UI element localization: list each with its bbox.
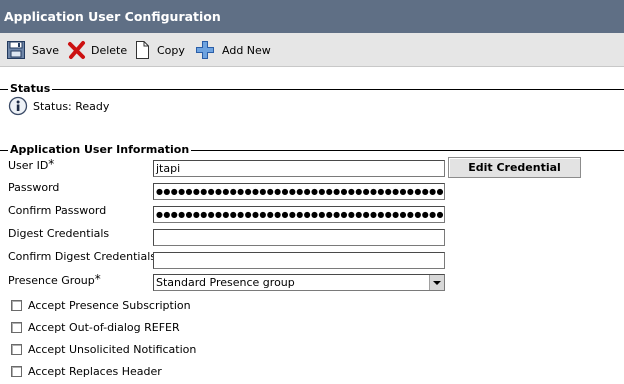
checkbox-label: Accept Out-of-dialog REFER (28, 321, 180, 334)
delete-icon (67, 40, 87, 60)
presence-group-select[interactable]: Standard Presence group (153, 274, 445, 291)
toolbar: Save Delete Copy Add New (0, 33, 624, 67)
status-text: Status: Ready (33, 99, 110, 113)
accept-unsolicited-notification-row[interactable]: Accept Unsolicited Notification (11, 343, 196, 356)
save-button[interactable]: Save (6, 39, 59, 61)
dropdown-arrow-icon[interactable] (429, 275, 444, 290)
accept-replaces-header-checkbox[interactable] (11, 366, 22, 377)
user-id-label: User ID* (8, 157, 55, 172)
checkbox-label: Accept Replaces Header (28, 365, 162, 378)
confirm-password-input[interactable]: ●●●●●●●●●●●●●●●●●●●●●●●●●●●●●●●●●●●●●●●●… (153, 206, 445, 223)
password-label: Password (8, 181, 60, 194)
edit-credential-button[interactable]: Edit Credential (448, 157, 581, 178)
info-icon (8, 96, 28, 116)
add-new-button[interactable]: Add New (195, 39, 271, 61)
confirm-digest-credentials-input[interactable] (153, 252, 445, 269)
digest-credentials-label: Digest Credentials (8, 227, 110, 240)
status-divider (0, 89, 624, 90)
copy-label: Copy (157, 43, 185, 57)
accept-replaces-header-row[interactable]: Accept Replaces Header (11, 365, 162, 378)
checkbox-label: Accept Presence Subscription (28, 299, 191, 312)
digest-credentials-input[interactable] (153, 229, 445, 246)
confirm-digest-credentials-label: Confirm Digest Credentials (8, 250, 157, 263)
add-icon (195, 40, 215, 60)
status-row: Status: Ready (8, 96, 109, 116)
confirm-password-label: Confirm Password (8, 204, 107, 217)
accept-presence-subscription-checkbox[interactable] (11, 300, 22, 311)
required-mark: * (94, 272, 101, 286)
required-mark: * (48, 157, 55, 171)
user-id-input[interactable]: jtapi (153, 160, 445, 177)
title-bar: Application User Configuration (0, 0, 624, 33)
presence-group-label: Presence Group* (8, 272, 101, 287)
save-icon (6, 40, 26, 60)
page-title: Application User Configuration (4, 9, 221, 24)
add-new-label: Add New (222, 43, 271, 57)
save-label: Save (32, 43, 60, 57)
info-legend: Application User Information (8, 143, 192, 156)
accept-unsolicited-notification-checkbox[interactable] (11, 344, 22, 355)
delete-label: Delete (91, 43, 128, 57)
accept-out-of-dialog-refer-row[interactable]: Accept Out-of-dialog REFER (11, 321, 180, 334)
status-legend: Status (8, 82, 53, 95)
copy-button[interactable]: Copy (134, 39, 185, 61)
checkbox-label: Accept Unsolicited Notification (28, 343, 197, 356)
accept-presence-subscription-row[interactable]: Accept Presence Subscription (11, 299, 191, 312)
delete-button[interactable]: Delete (67, 39, 127, 61)
copy-icon (134, 40, 154, 60)
password-input[interactable]: ●●●●●●●●●●●●●●●●●●●●●●●●●●●●●●●●●●●●●●●●… (153, 183, 445, 200)
presence-group-selected: Standard Presence group (156, 276, 295, 289)
accept-out-of-dialog-refer-checkbox[interactable] (11, 322, 22, 333)
